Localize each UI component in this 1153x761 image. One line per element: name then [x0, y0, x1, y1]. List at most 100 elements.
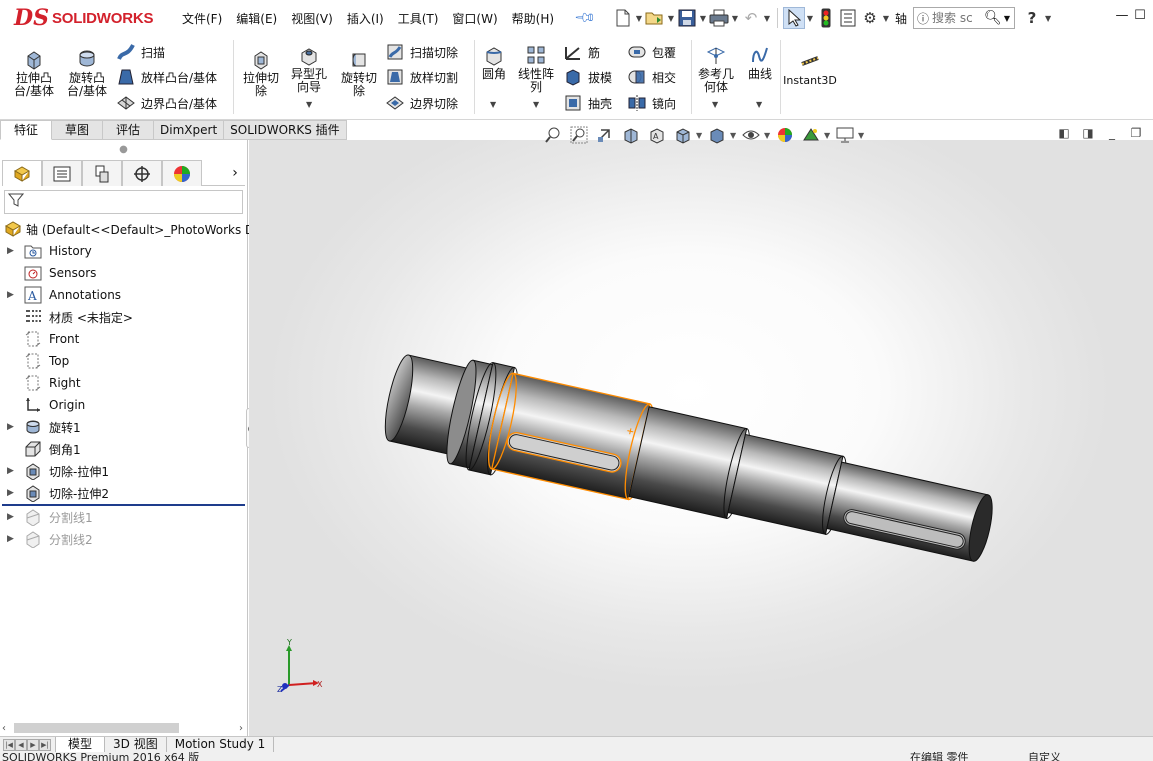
expand-arrow-icon[interactable]: ▶	[7, 512, 14, 522]
scroll-right-icon[interactable]: ›	[239, 723, 243, 734]
configuration-manager-tab-icon[interactable]	[82, 160, 122, 186]
tree-item[interactable]: ▶ 分割线2	[0, 528, 247, 550]
options-dropdown-icon[interactable]: ▼	[881, 14, 891, 23]
tree-item[interactable]: ▶ 切除-拉伸1	[0, 460, 247, 482]
tree-item[interactable]: ▶ 切除-拉伸2	[0, 482, 247, 504]
shell-button[interactable]: 抽壳	[563, 92, 612, 114]
fillet-button[interactable]: 圆角	[478, 44, 510, 81]
boundary-boss-button[interactable]: 边界凸台/基体	[116, 92, 217, 114]
menu-view[interactable]: 视图(V)	[291, 10, 333, 27]
expand-arrow-icon[interactable]: ▶	[7, 534, 14, 544]
select-dropdown-icon[interactable]: ▼	[805, 14, 815, 23]
tab-solidworks-addins[interactable]: SOLIDWORKS 插件	[224, 120, 347, 140]
fillet-dropdown-icon[interactable]: ▼	[490, 100, 496, 109]
curves-dropdown-icon[interactable]: ▼	[756, 100, 762, 109]
print-dropdown-icon[interactable]: ▼	[730, 14, 740, 23]
undo-icon[interactable]: ↶	[740, 7, 762, 29]
linear-pattern-dropdown-icon[interactable]: ▼	[533, 100, 539, 109]
tab-evaluate[interactable]: 评估	[103, 120, 155, 140]
extrude-boss-button[interactable]: 拉伸凸 台/基体	[10, 48, 58, 98]
options-gear-icon[interactable]: ⚙	[859, 7, 881, 29]
rebuild-icon[interactable]	[815, 7, 837, 29]
tree-item[interactable]: ▶ History	[0, 240, 247, 262]
expand-arrow-icon[interactable]: ▶	[7, 246, 14, 256]
sweep-button[interactable]: 扫描	[116, 41, 165, 63]
tree-item[interactable]: 材质 <未指定>	[0, 306, 247, 328]
tab-sketch[interactable]: 草图	[52, 120, 104, 140]
first-tab-icon[interactable]: |◀	[3, 738, 15, 751]
select-pointer-icon[interactable]	[783, 7, 805, 29]
hole-wizard-dropdown-icon[interactable]: ▼	[306, 100, 312, 109]
minimize-icon[interactable]: —	[1113, 8, 1131, 23]
graphics-area[interactable]: Y X Z	[249, 140, 1153, 736]
last-tab-icon[interactable]: ▶|	[39, 738, 51, 751]
menu-insert[interactable]: 插入(I)	[347, 10, 384, 27]
draft-button[interactable]: 拔模	[563, 66, 612, 88]
pin-menu-icon[interactable]: 📌︎	[573, 6, 597, 30]
solidworks-logo[interactable]: DS SOLIDWORKS	[0, 0, 160, 36]
reference-geometry-button[interactable]: 参考几 何体	[696, 44, 736, 94]
feature-manager-tab-icon[interactable]	[2, 160, 42, 186]
hide-show-items-icon[interactable]	[738, 124, 764, 146]
viewport-tile-left-icon[interactable]: ◧	[1052, 126, 1076, 140]
display-style-icon[interactable]	[704, 124, 730, 146]
expand-arrow-icon[interactable]: ▶	[7, 422, 14, 432]
tree-item[interactable]: ▶ A Annotations	[0, 284, 247, 306]
swept-cut-button[interactable]: 扫描切除	[385, 41, 458, 63]
tree-item[interactable]: Right	[0, 372, 247, 394]
tree-item[interactable]: Origin	[0, 394, 247, 416]
revolve-boss-button[interactable]: 旋转凸 台/基体	[63, 48, 111, 98]
new-dropdown-icon[interactable]: ▼	[634, 14, 644, 23]
viewport-restore-icon[interactable]: ❐	[1124, 126, 1148, 140]
instant3d-button[interactable]: Instant3D	[783, 50, 837, 87]
apply-scene-icon[interactable]	[798, 124, 824, 146]
tab-features[interactable]: 特征	[0, 120, 53, 140]
wrap-button[interactable]: 包覆	[627, 41, 676, 63]
curves-button[interactable]: 曲线	[743, 44, 777, 81]
save-icon[interactable]	[676, 7, 698, 29]
display-manager-tab-icon[interactable]	[162, 160, 202, 186]
open-dropdown-icon[interactable]: ▼	[666, 14, 676, 23]
new-document-icon[interactable]	[612, 7, 634, 29]
tree-item[interactable]: ▶ 旋转1	[0, 416, 247, 438]
tree-item[interactable]: Front	[0, 328, 247, 350]
tab-dimxpert[interactable]: DimXpert	[154, 120, 225, 140]
undo-dropdown-icon[interactable]: ▼	[762, 14, 772, 23]
previous-view-icon[interactable]	[592, 124, 618, 146]
scroll-left-icon[interactable]: ‹	[2, 723, 6, 734]
search-input[interactable]	[932, 11, 985, 25]
tab-3d-views[interactable]: 3D 视图	[105, 736, 167, 753]
status-units[interactable]: 自定义	[1028, 752, 1061, 761]
revolve-cut-button[interactable]: 旋转切 除	[336, 48, 382, 98]
tab-model[interactable]: 模型	[55, 736, 106, 753]
edit-appearance-icon[interactable]	[772, 124, 798, 146]
menu-window[interactable]: 窗口(W)	[452, 10, 497, 27]
tree-root-part[interactable]: 轴 (Default<<Default>_PhotoWorks D	[0, 218, 254, 240]
prev-tab-icon[interactable]: ◀	[15, 738, 27, 751]
property-manager-tab-icon[interactable]	[42, 160, 82, 186]
print-icon[interactable]	[708, 7, 730, 29]
linear-pattern-button[interactable]: 线性阵 列	[514, 44, 558, 94]
panel-grip[interactable]: ●	[0, 140, 247, 160]
search-dropdown-icon[interactable]: ▼	[1004, 14, 1010, 23]
mirror-button[interactable]: 镜向	[627, 92, 676, 114]
tree-item[interactable]: Sensors	[0, 262, 247, 284]
lofted-cut-button[interactable]: 放样切割	[385, 66, 458, 88]
reference-geometry-dropdown-icon[interactable]: ▼	[712, 100, 718, 109]
boundary-cut-button[interactable]: 边界切除	[385, 92, 458, 114]
loft-boss-button[interactable]: 放样凸台/基体	[116, 66, 217, 88]
hide-show-dropdown-icon[interactable]: ▼	[764, 131, 772, 140]
tree-item[interactable]: ▶ 分割线1	[0, 506, 247, 528]
open-icon[interactable]	[644, 7, 666, 29]
menu-help[interactable]: 帮助(H)	[512, 10, 554, 27]
tree-item[interactable]: Top	[0, 350, 247, 372]
search-box[interactable]: ⓘ 🔍︎ ▼	[913, 7, 1016, 29]
dimxpert-manager-tab-icon[interactable]	[122, 160, 162, 186]
file-properties-icon[interactable]	[837, 7, 859, 29]
next-tab-icon[interactable]: ▶	[27, 738, 39, 751]
extrude-cut-button[interactable]: 拉伸切 除	[238, 48, 284, 98]
zoom-to-fit-icon[interactable]	[540, 124, 566, 146]
viewport-minimize-icon[interactable]: _	[1100, 126, 1124, 140]
tree-filter[interactable]	[4, 190, 243, 214]
expand-arrow-icon[interactable]: ▶	[7, 290, 14, 300]
